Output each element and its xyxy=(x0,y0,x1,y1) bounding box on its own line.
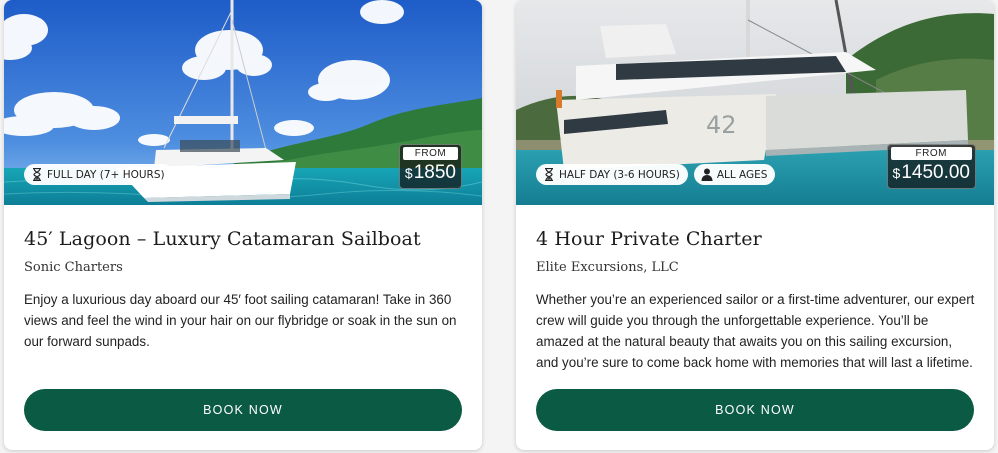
price-tag: FROM $ 1850 xyxy=(398,144,462,189)
hourglass-icon xyxy=(543,168,555,182)
operator-name: Sonic Charters xyxy=(24,260,123,275)
listing-description: Enjoy a luxurious day aboard our 45′ foo… xyxy=(24,292,457,349)
age-label: ALL AGES xyxy=(716,168,768,181)
price-value: 1850 xyxy=(413,162,456,183)
person-icon xyxy=(701,168,713,182)
listing-description: Whether you’re an experienced sailor or … xyxy=(536,292,975,370)
age-badge: ALL AGES xyxy=(693,164,776,185)
listing-photo[interactable]: 42 HALF DAY (3-6 HOURS) ALL AGES FROM $ xyxy=(516,0,994,205)
operator-name: Elite Excursions, LLC xyxy=(536,260,679,275)
duration-badge: HALF DAY (3-6 HOURS) xyxy=(536,164,688,185)
listing-title[interactable]: 4 Hour Private Charter xyxy=(536,228,762,250)
hourglass-icon xyxy=(31,168,43,182)
price-tag: FROM $ 1450.00 xyxy=(886,144,976,189)
listing-card[interactable]: 42 HALF DAY (3-6 HOURS) ALL AGES FROM $ xyxy=(516,0,994,450)
price-value: 1450.00 xyxy=(901,162,970,183)
listing-photo[interactable]: FULL DAY (7+ HOURS) FROM $ 1850 xyxy=(4,0,482,205)
book-now-button[interactable]: BOOK NOW xyxy=(536,389,974,431)
duration-label: HALF DAY (3-6 HOURS) xyxy=(559,168,680,181)
price-from-label: FROM xyxy=(890,147,972,160)
price-from-label: FROM xyxy=(402,147,458,160)
duration-label: FULL DAY (7+ HOURS) xyxy=(47,168,165,181)
hull-number: 42 xyxy=(706,111,737,139)
listing-card[interactable]: FULL DAY (7+ HOURS) FROM $ 1850 45′ Lago… xyxy=(4,0,482,450)
currency-symbol: $ xyxy=(404,165,413,181)
listing-title[interactable]: 45′ Lagoon – Luxury Catamaran Sailboat xyxy=(24,228,421,250)
book-now-button[interactable]: BOOK NOW xyxy=(24,389,462,431)
currency-symbol: $ xyxy=(892,165,901,181)
duration-badge: FULL DAY (7+ HOURS) xyxy=(24,164,173,185)
